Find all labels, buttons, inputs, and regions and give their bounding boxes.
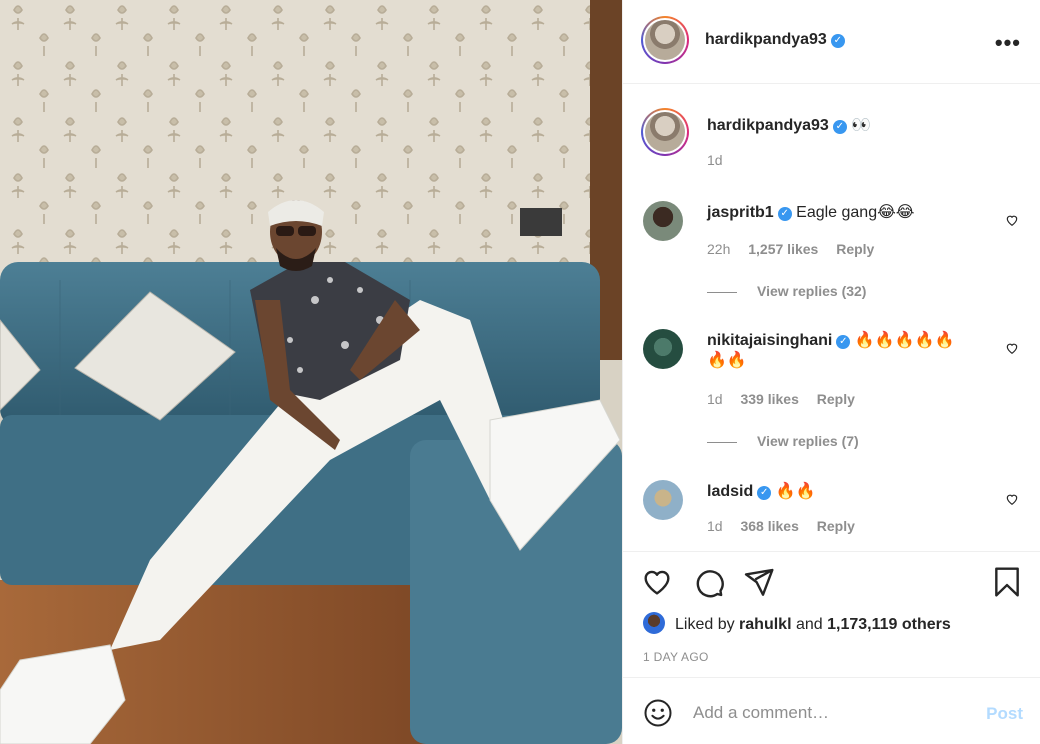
view-replies-label: View replies (7) xyxy=(757,433,859,449)
comment-text: ladsid ✓ 🔥🔥 xyxy=(707,482,997,502)
view-replies-button[interactable]: View replies (7) xyxy=(707,433,859,449)
commenter-username[interactable]: nikitajaisinghani xyxy=(707,332,832,349)
comment-likes[interactable]: 368 likes xyxy=(740,518,798,534)
comment-time[interactable]: 22h xyxy=(707,241,730,257)
view-replies-line xyxy=(707,291,737,293)
view-replies-button[interactable]: View replies (32) xyxy=(707,283,866,299)
reply-button[interactable]: Reply xyxy=(817,391,855,407)
comment-content-line2: 🔥🔥 xyxy=(707,352,747,369)
view-replies-line xyxy=(707,441,737,443)
comment-icon[interactable] xyxy=(693,566,725,598)
verified-icon: ✓ xyxy=(832,120,847,134)
liker-avatar[interactable] xyxy=(643,612,665,634)
author-avatar[interactable] xyxy=(641,16,689,64)
more-icon[interactable]: ••• xyxy=(995,30,1021,56)
emoji-icon[interactable] xyxy=(643,698,673,728)
comment-text: jaspritb1 ✓ Eagle gang😂😂 xyxy=(707,203,997,223)
author-username[interactable]: hardikpandya93 xyxy=(705,31,827,48)
comment-meta: 22h 1,257 likes Reply xyxy=(707,241,888,257)
comment-text: nikitajaisinghani ✓ 🔥🔥🔥🔥🔥 🔥🔥 xyxy=(707,331,997,371)
comment-content: Eagle gang😂😂 xyxy=(796,204,915,221)
photo-illustration xyxy=(0,0,622,744)
commenter-username[interactable]: ladsid xyxy=(707,483,753,500)
post-header: hardikpandya93 ✓ ••• xyxy=(623,0,1040,84)
comment-item: nikitajaisinghani ✓ 🔥🔥🔥🔥🔥 🔥🔥 1d 339 likes… xyxy=(643,329,1021,409)
post-timestamp[interactable]: 1 DAY AGO xyxy=(643,650,709,664)
caption-emoji: 👀 xyxy=(851,117,872,134)
post-button[interactable]: Post xyxy=(986,704,1023,724)
view-replies-label: View replies (32) xyxy=(757,283,867,299)
bookmark-icon[interactable] xyxy=(991,566,1023,598)
post-photo[interactable] xyxy=(0,0,622,744)
share-icon[interactable] xyxy=(743,566,775,598)
commenter-avatar[interactable] xyxy=(643,201,683,241)
comment-meta: 1d 339 likes Reply xyxy=(707,391,869,407)
post-side-panel: hardikpandya93 ✓ ••• hardikpandya93 ✓ 👀 1d… xyxy=(622,0,1040,744)
comment-time[interactable]: 1d xyxy=(707,518,723,534)
likes-prefix: Liked by xyxy=(675,616,735,633)
comment-input[interactable] xyxy=(693,700,963,726)
caption: hardikpandya93 ✓ 👀 1d xyxy=(641,108,1021,180)
caption-time[interactable]: 1d xyxy=(707,152,723,168)
heart-icon[interactable] xyxy=(1005,341,1019,355)
post-actions: Liked by rahulkl and 1,173,119 others 1 … xyxy=(623,551,1040,677)
verified-icon: ✓ xyxy=(830,34,845,48)
comment-content: 🔥🔥🔥🔥🔥 xyxy=(854,332,955,349)
caption-meta: 1d xyxy=(707,152,737,168)
comment-content: 🔥🔥 xyxy=(775,483,816,500)
verified-icon: ✓ xyxy=(757,486,772,500)
heart-icon[interactable] xyxy=(1005,492,1019,506)
reply-button[interactable]: Reply xyxy=(836,241,874,257)
add-comment-bar: Post xyxy=(623,677,1040,744)
comment-item: ladsid ✓ 🔥🔥 1d 368 likes Reply xyxy=(643,480,1021,540)
heart-icon[interactable] xyxy=(1005,213,1019,227)
likes-and: and xyxy=(795,616,823,633)
verified-icon: ✓ xyxy=(836,335,851,349)
caption-author-avatar[interactable] xyxy=(641,108,689,156)
comment-item: jaspritb1 ✓ Eagle gang😂😂 22h 1,257 likes … xyxy=(643,201,1021,261)
reply-button[interactable]: Reply xyxy=(817,518,855,534)
caption-username[interactable]: hardikpandya93 xyxy=(707,117,829,134)
verified-icon: ✓ xyxy=(777,207,792,221)
commenter-username[interactable]: jaspritb1 xyxy=(707,204,774,221)
comment-likes[interactable]: 339 likes xyxy=(740,391,798,407)
heart-icon[interactable] xyxy=(641,566,673,598)
likes-summary: Liked by rahulkl and 1,173,119 others xyxy=(643,612,951,634)
comment-time[interactable]: 1d xyxy=(707,391,723,407)
comments-list[interactable]: hardikpandya93 ✓ 👀 1d jaspritb1 ✓ Eagle ga… xyxy=(623,85,1040,551)
liker-username[interactable]: rahulkl xyxy=(739,616,791,633)
comment-meta: 1d 368 likes Reply xyxy=(707,518,869,534)
likes-others[interactable]: 1,173,119 others xyxy=(827,616,951,633)
comment-likes[interactable]: 1,257 likes xyxy=(748,241,818,257)
commenter-avatar[interactable] xyxy=(643,480,683,520)
commenter-avatar[interactable] xyxy=(643,329,683,369)
author-name-row: hardikpandya93 ✓ xyxy=(705,31,845,49)
caption-text: hardikpandya93 ✓ 👀 xyxy=(707,116,997,136)
